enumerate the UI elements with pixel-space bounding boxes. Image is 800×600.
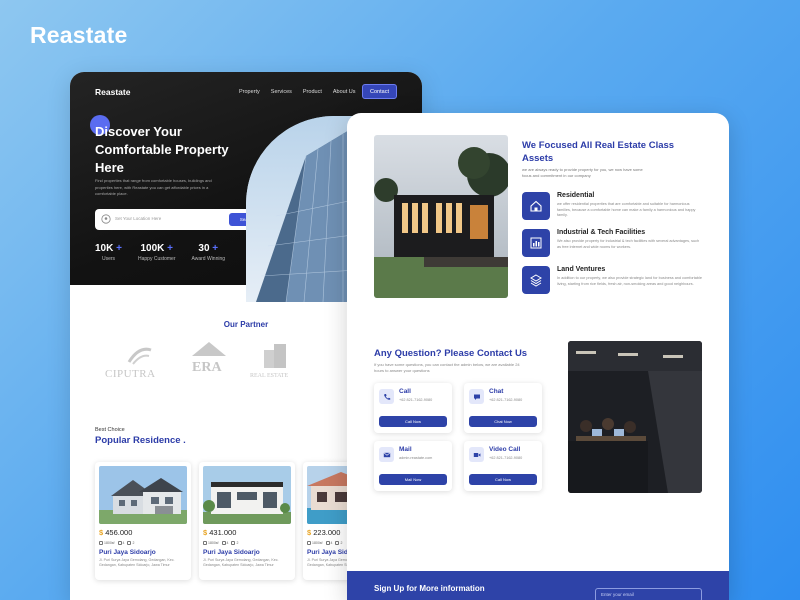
- contact-type: Video Call: [489, 446, 521, 453]
- chat-icon: [469, 389, 484, 404]
- nav-item-services[interactable]: Services: [271, 89, 292, 95]
- office-image: [568, 341, 702, 493]
- bath-icon: [127, 541, 132, 546]
- stat-customers: 100K + Happy Customer: [137, 243, 176, 262]
- partner-logo-real-estate: REAL ESTATE: [250, 373, 289, 379]
- contact-type: Call: [399, 388, 411, 395]
- contact-type: Chat: [489, 388, 504, 395]
- contact-card-video: Video Call +62 821-7162-9080 Call Now: [464, 441, 542, 491]
- property-name[interactable]: Puri Jaya Sidoarjo: [99, 549, 156, 556]
- contact-button[interactable]: Contact: [362, 84, 397, 99]
- brand-title: Reastate: [30, 22, 128, 48]
- property-name[interactable]: Puri Jaya Sidoarjo: [203, 549, 260, 556]
- partner-logo-ciputra: CIPUTRA: [105, 368, 156, 380]
- feature-industrial: Industrial & Tech Facilities We also pro…: [522, 229, 712, 259]
- property-price: $ 456.000: [99, 528, 133, 537]
- bed-icon: [325, 541, 330, 546]
- property-specs: 1800sf 4 2: [99, 541, 134, 546]
- feature-residential: Residential we offer residential propert…: [522, 192, 712, 222]
- feature-description: We also provide property for industrial …: [557, 239, 700, 249]
- stats-row: 10K + Users 100K + Happy Customer 30 + A…: [95, 243, 225, 262]
- era-roof-icon: [192, 342, 226, 356]
- contact-card-chat: Chat +62 821-7162-9080 Chat Now: [464, 383, 542, 433]
- chat-now-button[interactable]: Chat Now: [469, 416, 537, 427]
- nav-menu: Property Services Product About Us: [239, 89, 355, 95]
- area-icon: [307, 541, 311, 546]
- real-estate-building-icon: [264, 344, 286, 368]
- property-address: Jl. Puri Surya Jaya Gemolang, Gedangan, …: [99, 558, 175, 567]
- email-input[interactable]: Enter your email: [595, 588, 702, 600]
- bath-icon: [231, 541, 236, 546]
- stat-users: 10K + Users: [95, 243, 122, 262]
- mail-icon: [379, 447, 394, 462]
- layers-icon: [522, 266, 550, 294]
- contact-card-call: Call +62 821-7162-9080 Call Now: [374, 383, 452, 433]
- bed-icon: [221, 541, 226, 546]
- contact-description: If you have some questions, you can cont…: [374, 362, 520, 373]
- property-image: [203, 466, 291, 524]
- house-icon: [522, 192, 550, 220]
- location-search-bar: Set Your Location Here Search: [95, 209, 271, 230]
- property-price: $ 223.000: [307, 528, 341, 537]
- hero-title: Discover Your Comfortable Property Here: [95, 124, 229, 175]
- feature-description: we offer residential properties that are…: [557, 202, 696, 217]
- feature-title: Industrial & Tech Facilities: [557, 229, 646, 236]
- property-specs: 1800sf 4 2: [203, 541, 238, 546]
- ciputra-swoosh-icon: [127, 347, 152, 365]
- hero-description: Find properties that range from comforta…: [95, 178, 212, 196]
- section-eyebrow: Best Choice: [95, 427, 125, 433]
- mail-now-button[interactable]: Mail Now: [379, 474, 447, 485]
- contact-value: +62 821-7162-9080: [489, 398, 523, 402]
- stat-awards: 30 + Award Winning: [191, 243, 226, 262]
- video-call-now-button[interactable]: Call Now: [469, 474, 537, 485]
- section-title: Popular Residence .: [95, 435, 186, 446]
- focus-title: We Focused All Real Estate Class Assets: [522, 140, 675, 164]
- feature-land: Land Ventures In addition to our propert…: [522, 266, 712, 296]
- services-page-preview: We Focused All Real Estate Class Assets …: [347, 113, 729, 600]
- bath-icon: [335, 541, 340, 546]
- contact-value: +62 821-7162-9080: [399, 398, 433, 402]
- property-card[interactable]: $ 431.000 1800sf 4 2 Puri Jaya Sidoarjo …: [199, 462, 295, 580]
- property-image: [99, 466, 187, 524]
- nav-item-about[interactable]: About Us: [333, 89, 356, 95]
- modern-house-image: [374, 135, 508, 298]
- feature-description: In addition to our property, we also pro…: [557, 276, 702, 286]
- location-pin-icon: [101, 214, 111, 224]
- partner-logos: CIPUTRA ERA REAL ESTATE: [100, 340, 360, 390]
- call-now-button[interactable]: Call Now: [379, 416, 447, 427]
- feature-title: Land Ventures: [557, 266, 606, 273]
- bed-icon: [117, 541, 122, 546]
- nav-item-product[interactable]: Product: [303, 89, 322, 95]
- search-input[interactable]: Set Your Location Here: [115, 216, 161, 221]
- focus-description: we are always ready to provide property …: [522, 167, 643, 178]
- contact-title: Any Question? Please Contact Us: [374, 348, 528, 359]
- property-address: Jl. Puri Surya Jaya Gemolang, Gedangan, …: [203, 558, 279, 567]
- nav-logo[interactable]: Reastate: [95, 87, 130, 97]
- property-price: $ 431.000: [203, 528, 237, 537]
- property-card[interactable]: $ 456.000 1800sf 4 2 Puri Jaya Sidoarjo …: [95, 462, 191, 580]
- area-icon: [99, 541, 103, 546]
- signup-band: Sign Up for More information Enter your …: [347, 571, 729, 600]
- contact-type: Mail: [399, 446, 412, 453]
- property-specs: 1800sf 4 2: [307, 541, 342, 546]
- contact-value: admin.reastate.com: [399, 456, 433, 460]
- partner-logo-era: ERA: [192, 360, 222, 375]
- phone-icon: [379, 389, 394, 404]
- chart-icon: [522, 229, 550, 257]
- video-icon: [469, 447, 484, 462]
- contact-card-mail: Mail admin.reastate.com Mail Now: [374, 441, 452, 491]
- feature-title: Residential: [557, 192, 595, 199]
- signup-title: Sign Up for More information: [374, 584, 485, 593]
- area-icon: [203, 541, 207, 546]
- nav-item-property[interactable]: Property: [239, 89, 260, 95]
- contact-value: +62 821-7162-9080: [489, 456, 523, 460]
